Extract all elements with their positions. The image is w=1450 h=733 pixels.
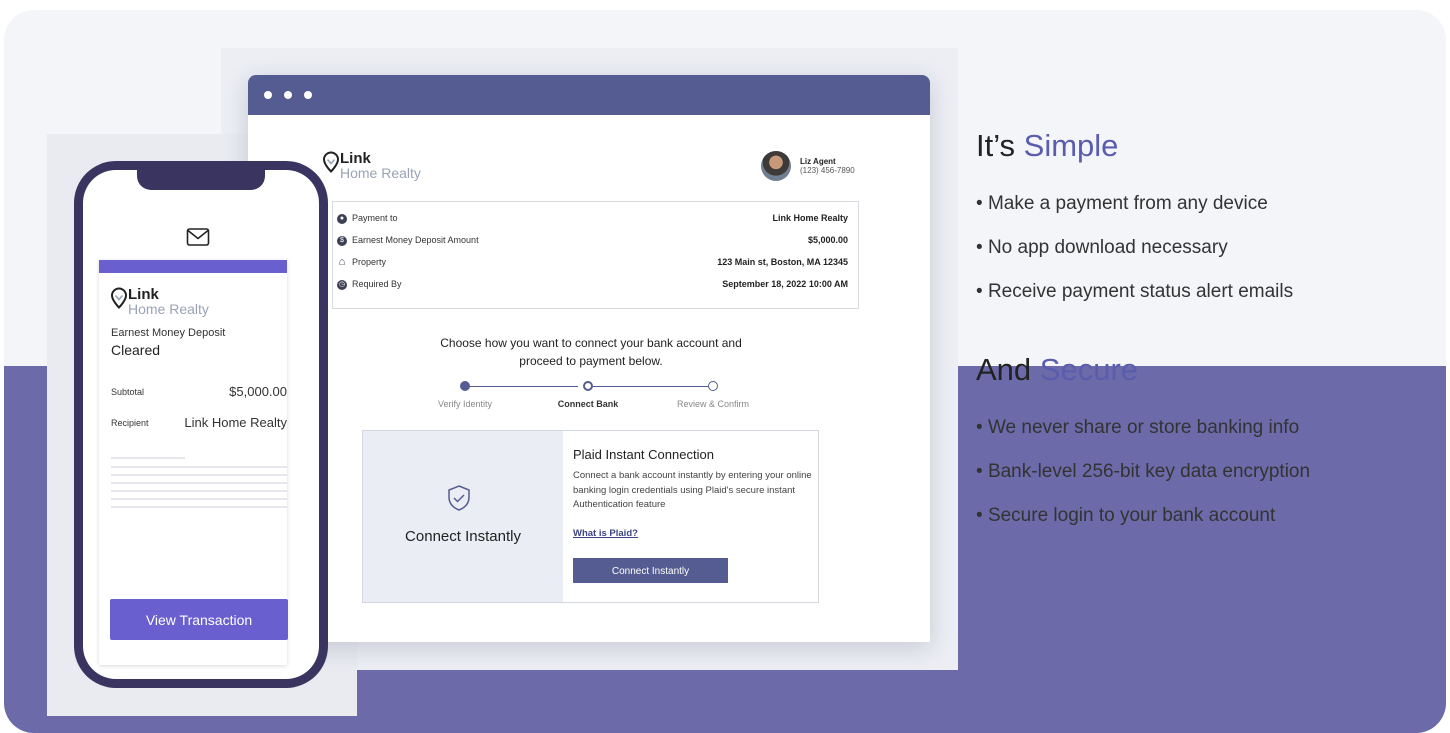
detail-label: Required By	[352, 279, 402, 289]
placeholder-line	[111, 490, 287, 492]
map-pin-icon	[322, 151, 340, 173]
step-pending-icon	[708, 381, 718, 391]
phone-notch	[137, 170, 265, 190]
map-pin-icon	[110, 287, 128, 309]
bullet-item: • Bank-level 256-bit key data encryption	[976, 461, 1311, 482]
company-logo: Link Home Realty	[322, 151, 421, 180]
detail-row: $ Earnest Money Deposit Amount $5,000.00	[333, 233, 858, 253]
receipt-row: Recipient Link Home Realty	[111, 415, 287, 430]
instruction-line: Choose how you want to connect your bank…	[440, 336, 742, 350]
view-transaction-button[interactable]: View Transaction	[110, 599, 288, 640]
logo-subtitle: Home Realty	[128, 301, 209, 317]
receipt-row-value: $5,000.00	[229, 384, 287, 399]
connect-instantly-tile[interactable]: Connect Instantly	[363, 431, 563, 602]
detail-value: $5,000.00	[807, 235, 848, 245]
detail-label: Payment to	[352, 213, 398, 223]
step-connector	[593, 386, 708, 387]
avatar	[761, 151, 791, 181]
heading-prefix: It’s	[976, 128, 1024, 163]
step-current-icon	[583, 381, 593, 391]
window-dot-icon	[284, 91, 292, 99]
receipt-row-value: Link Home Realty	[184, 415, 287, 430]
window-dot-icon	[304, 91, 312, 99]
browser-title-bar	[248, 75, 930, 115]
company-logo: Link Home Realty	[110, 287, 209, 316]
step-complete-icon	[460, 381, 470, 391]
agent-profile: Liz Agent (123) 456-7890	[761, 151, 855, 181]
phone-screen: Link Home Realty Earnest Money Deposit C…	[83, 170, 319, 679]
plaid-title: Plaid Instant Connection	[573, 447, 714, 462]
receipt-row-label: Recipient	[111, 418, 149, 428]
detail-row: ◷ Required By September 18, 2022 10:00 A…	[333, 277, 858, 297]
marketing-copy: It’s Simple • Make a payment from any de…	[976, 126, 1426, 530]
what-is-plaid-link[interactable]: What is Plaid?	[573, 528, 638, 539]
placeholder-line	[111, 506, 287, 508]
receipt-row-label: Subtotal	[111, 387, 145, 397]
heading-accent: Simple	[1023, 128, 1119, 163]
logo-subtitle: Home Realty	[340, 165, 421, 181]
connect-instructions: Choose how you want to connect your bank…	[408, 334, 774, 370]
window-dot-icon	[264, 91, 272, 99]
secure-bullets: • We never share or store banking info •…	[976, 413, 1426, 530]
shield-check-icon	[448, 485, 470, 511]
receipt-card: Link Home Realty Earnest Money Deposit C…	[99, 260, 288, 665]
browser-window: Link Home Realty Liz Agent (123) 456-789…	[248, 75, 930, 642]
placeholder-line	[111, 466, 287, 468]
bullet-item: • Receive payment status alert emails	[976, 281, 1294, 302]
detail-row: ● Payment to Link Home Realty	[333, 211, 858, 231]
placeholder-line	[111, 474, 287, 476]
connect-instantly-label: Connect Instantly	[405, 528, 521, 545]
receipt-status: Cleared	[111, 342, 161, 358]
placeholder-line	[111, 457, 185, 459]
payment-details: ● Payment to Link Home Realty $ Earnest …	[332, 201, 859, 309]
detail-label: Earnest Money Deposit Amount	[352, 235, 479, 245]
connect-option-card: Connect Instantly Plaid Instant Connecti…	[362, 430, 819, 603]
bullet-item: • Secure login to your bank account	[976, 505, 1276, 526]
step-connector	[465, 386, 578, 387]
clock-icon: ◷	[337, 280, 347, 290]
agent-name: Liz Agent	[800, 157, 836, 166]
heading-accent: Secure	[1039, 352, 1139, 387]
plaid-description: Connect a bank account instantly by ente…	[573, 470, 812, 510]
simple-heading: It’s Simple	[976, 126, 1426, 166]
step-label: Verify Identity	[437, 399, 493, 409]
logo-name: Link	[340, 150, 371, 167]
logo-name: Link	[128, 286, 159, 303]
detail-value: Link Home Realty	[772, 213, 848, 223]
home-icon: ⌂	[338, 256, 346, 268]
envelope-icon	[186, 228, 210, 246]
phone-mockup: Link Home Realty Earnest Money Deposit C…	[74, 161, 328, 688]
instruction-line: proceed to payment below.	[519, 354, 663, 368]
detail-value: 123 Main st, Boston, MA 12345	[717, 257, 848, 267]
step-label-active: Connect Bank	[557, 399, 619, 409]
heading-prefix: And	[976, 352, 1040, 387]
progress-steps: Verify Identity Connect Bank Review & Co…	[418, 378, 758, 418]
receipt-type: Earnest Money Deposit	[111, 327, 226, 339]
receipt-row: Subtotal $5,000.00	[111, 384, 287, 399]
bullet-item: • We never share or store banking info	[976, 417, 1300, 438]
receipt-header-bar	[99, 260, 287, 273]
agent-phone: (123) 456-7890	[800, 166, 855, 175]
secure-heading: And Secure	[976, 350, 1426, 390]
detail-label: Property	[352, 257, 387, 267]
step-label: Review & Confirm	[676, 399, 750, 409]
placeholder-line	[111, 482, 287, 484]
bullet-item: • Make a payment from any device	[976, 193, 1268, 214]
detail-row: ⌂ Property 123 Main st, Boston, MA 12345	[333, 255, 858, 275]
connect-instantly-button[interactable]: Connect Instantly	[573, 558, 728, 583]
bullet-item: • No app download necessary	[976, 237, 1228, 258]
placeholder-line	[111, 498, 287, 500]
simple-bullets: • Make a payment from any device • No ap…	[976, 189, 1426, 306]
user-circle-icon: ●	[337, 214, 347, 224]
detail-value: September 18, 2022 10:00 AM	[722, 279, 848, 289]
dollar-circle-icon: $	[337, 236, 347, 246]
